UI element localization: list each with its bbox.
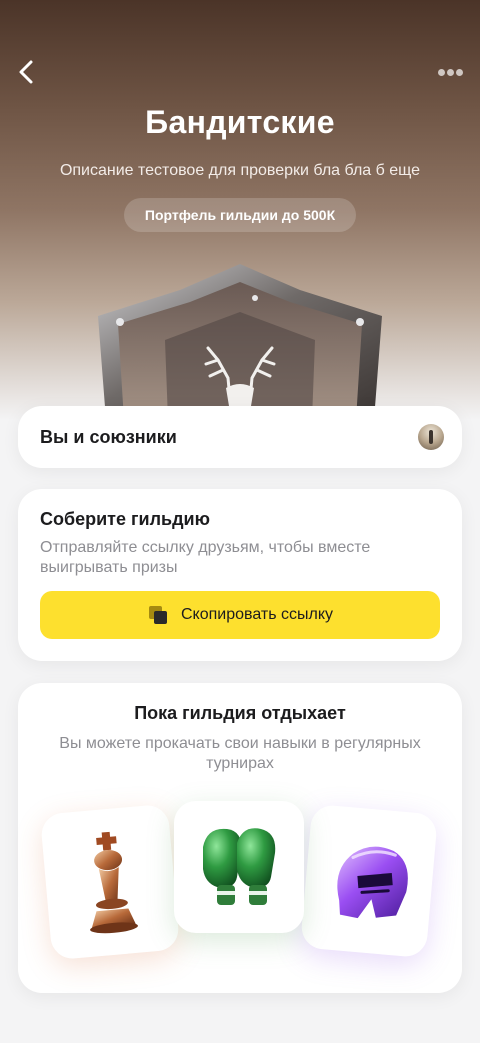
gather-text: Отправляйте ссылку друзьям, чтобы вместе… bbox=[40, 539, 371, 576]
tournament-tiles bbox=[18, 801, 462, 971]
guild-description: Описание тестовое для проверки бла бла б… bbox=[59, 162, 421, 179]
more-button[interactable] bbox=[436, 62, 464, 82]
guild-title: Бандитские bbox=[145, 104, 335, 140]
copy-link-button[interactable]: Скопировать ссылку bbox=[40, 591, 440, 639]
allies-card[interactable]: Вы и союзники bbox=[18, 406, 462, 468]
tournament-tile-chess[interactable] bbox=[39, 803, 181, 961]
resting-text: Вы можете прокачать свои навыки в регуля… bbox=[59, 735, 421, 772]
resting-card: Пока гильдия отдыхает Вы можете прокачат… bbox=[18, 683, 462, 993]
allies-label: Вы и союзники bbox=[40, 426, 177, 447]
chevron-left-icon bbox=[19, 60, 33, 84]
copy-icon bbox=[148, 606, 167, 624]
tournament-tile-knight[interactable] bbox=[299, 803, 439, 959]
gather-title: Соберите гильдию bbox=[40, 509, 210, 529]
gather-guild-card: Соберите гильдию Отправляйте ссылку друз… bbox=[18, 489, 462, 661]
resting-title: Пока гильдия отдыхает bbox=[134, 703, 346, 723]
boxing-gloves-icon bbox=[203, 828, 276, 905]
tournament-tile-boxing[interactable] bbox=[174, 801, 304, 933]
guild-hero: Бандитские Описание тестовое для проверк… bbox=[0, 0, 480, 420]
portfolio-badge: Портфель гильдии до 500К bbox=[124, 198, 356, 232]
deer-shield-emblem bbox=[98, 264, 382, 420]
avatar bbox=[418, 424, 444, 450]
knight-helmet-icon bbox=[337, 846, 408, 919]
copy-link-label: Скопировать ссылку bbox=[180, 606, 334, 623]
chess-king-icon bbox=[90, 831, 138, 934]
more-dots-icon bbox=[437, 68, 445, 76]
back-button[interactable] bbox=[12, 56, 40, 88]
